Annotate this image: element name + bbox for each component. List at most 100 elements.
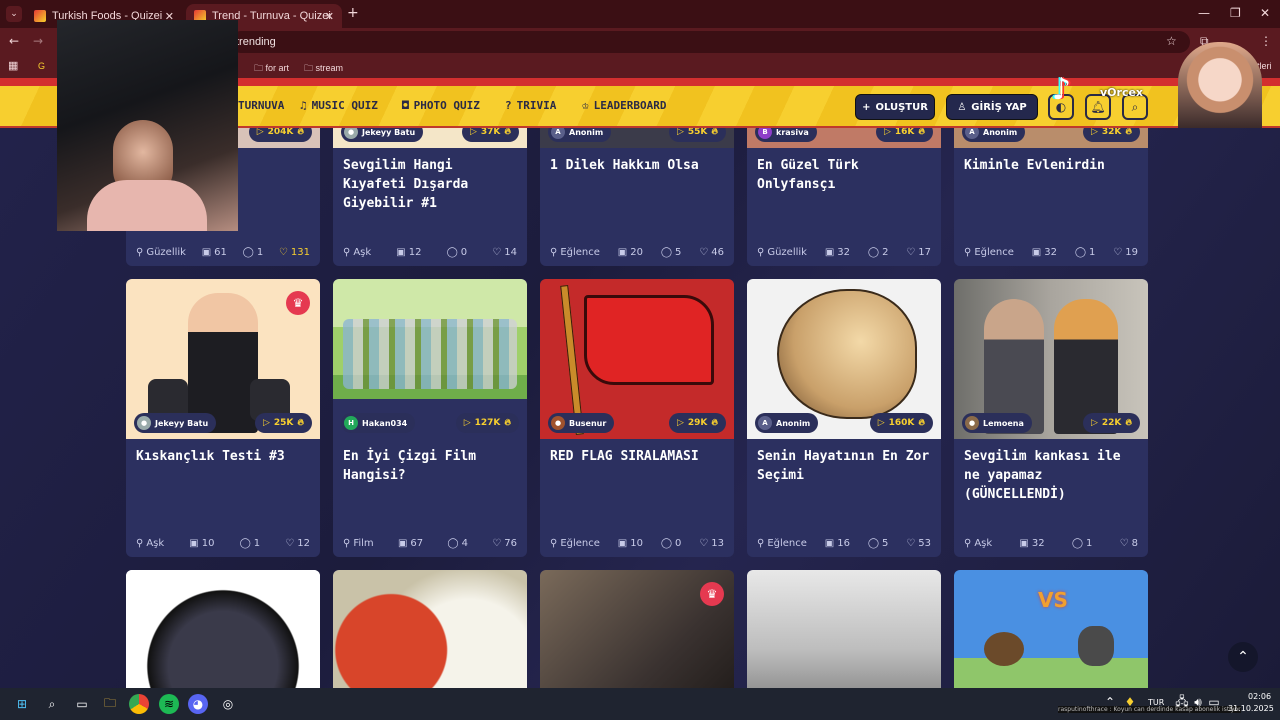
quiz-card[interactable] (126, 570, 320, 688)
question-count: ▣ 32 (1019, 538, 1045, 549)
quiz-title[interactable]: Kıskançlık Testi #3 (126, 439, 320, 505)
nav-music-quiz[interactable]: ♫ MUSIC QUIZ (300, 99, 378, 112)
battery-icon[interactable]: ▭ (1204, 692, 1224, 712)
quiz-card[interactable]: ● Busenur ▷ 29K 🔥︎ RED FLAG SIRALAMASI ⚲ Eğl… (540, 279, 734, 557)
chrome-icon[interactable] (129, 694, 149, 714)
author-chip[interactable]: A Anonim (755, 413, 819, 433)
nav-turnuva[interactable]: TURNUVA (238, 99, 284, 112)
forward-icon[interactable]: → (33, 34, 43, 48)
heart-icon: ♡ (699, 538, 709, 549)
heart-icon: ♡ (906, 538, 916, 549)
like-count[interactable]: ♡ 76 (492, 538, 517, 549)
category-tag[interactable]: ⚲ Eğlence (550, 538, 600, 549)
quiz-thumbnail (747, 570, 941, 688)
author-chip[interactable]: Bkrasiva (755, 128, 817, 142)
quiz-title[interactable]: Kiminle Evlenirdin (954, 148, 1148, 214)
bookmark-star-icon[interactable]: ☆ (1166, 34, 1177, 48)
close-window-icon[interactable]: ✕ (1260, 6, 1270, 20)
login-button[interactable]: ♙ GİRİŞ YAP (946, 94, 1038, 120)
quiz-thumbnail: H Hakan034 ▷ 127K 🔥︎ (333, 279, 527, 439)
view-count: ▷ 127K 🔥︎ (455, 413, 519, 433)
nav-leaderboard[interactable]: ♔ LEADERBOARD (582, 99, 666, 112)
quiz-card[interactable] (333, 570, 527, 688)
author-chip[interactable]: ● Busenur (548, 413, 615, 433)
menu-icon[interactable]: ⋮ (1260, 34, 1272, 48)
category-tag[interactable]: ⚲ Aşk (136, 538, 164, 549)
category-tag[interactable]: ⚲ Eğlence (550, 247, 600, 258)
like-count[interactable]: ♡ 46 (699, 247, 724, 258)
file-explorer-icon[interactable]: 🗀 (100, 694, 120, 714)
like-count[interactable]: ♡ 8 (1120, 538, 1138, 549)
crown-icon: ♛ (286, 291, 310, 315)
start-icon[interactable]: ⊞ (12, 694, 32, 714)
create-button[interactable]: + OLUŞTUR (855, 94, 935, 120)
quiz-title[interactable]: RED FLAG SIRALAMASI (540, 439, 734, 505)
discord-icon[interactable]: ◕ (188, 694, 208, 714)
like-count[interactable]: ♡ 14 (492, 247, 517, 258)
quiz-title[interactable]: Sevgilim Hangi Kıyafeti Dışarda Giyebili… (333, 148, 527, 214)
quiz-card[interactable]: H Hakan034 ▷ 127K 🔥︎ En İyi Çizgi Film Hang… (333, 279, 527, 557)
quiz-card[interactable]: A Anonim ▷ 55K 🔥︎ 1 Dilek Hakkım Olsa ⚲ Eğle… (540, 128, 734, 266)
search-icon[interactable]: ⌕ (42, 694, 62, 714)
clock-time[interactable]: 02:06 (1248, 692, 1271, 701)
bookmark-folder-stream[interactable]: 🗀 stream (304, 61, 343, 77)
quiz-card[interactable] (747, 570, 941, 688)
microphone-icon[interactable]: ♦ (1120, 692, 1140, 712)
quiz-card[interactable]: Bkrasiva ▷ 16K 🔥︎ En Güzel Türk Onlyfansçı… (747, 128, 941, 266)
close-tab-icon[interactable]: ✕ (325, 10, 334, 23)
bear-figure (984, 632, 1024, 666)
nav-trivia[interactable]: ? TRIVIA (505, 99, 556, 112)
like-count[interactable]: ♡ 131 (279, 247, 310, 258)
category-tag[interactable]: ⚲ Güzellik (757, 247, 807, 258)
author-chip[interactable]: H Hakan034 (341, 413, 416, 433)
like-count[interactable]: ♡ 13 (699, 538, 724, 549)
nav-photo-quiz[interactable]: ◘ PHOTO QUIZ (402, 99, 480, 112)
restore-icon[interactable]: ❐ (1230, 6, 1241, 20)
task-view-icon[interactable]: ▭ (72, 694, 92, 714)
quiz-card[interactable]: A Anonim ▷ 160K 🔥︎ Senin Hayatının En Zor S… (747, 279, 941, 557)
like-count[interactable]: ♡ 12 (285, 538, 310, 549)
quiz-card[interactable]: VS (954, 570, 1148, 688)
tray-overflow-icon[interactable]: ⌃ (1100, 692, 1120, 712)
quiz-card[interactable]: ♛ (540, 570, 734, 688)
quiz-card[interactable]: ♛ ● Jekeyy Batu ▷ 25K 🔥︎ Kıskançlık Testi #… (126, 279, 320, 557)
bookmark-folder-for-art[interactable]: 🗀 for art (254, 61, 289, 77)
category-tag[interactable]: ⚲ Film (343, 538, 374, 549)
minimize-icon[interactable]: — (1198, 6, 1210, 20)
category-tag[interactable]: ⚲ Güzellik (136, 247, 186, 258)
author-chip[interactable]: ● Jekeyy Batu (341, 128, 424, 142)
scroll-to-top-button[interactable]: ⌃ (1228, 642, 1258, 672)
url-input[interactable]: trending (230, 31, 1190, 53)
quiz-title[interactable]: En İyi Çizgi Film Hangisi? (333, 439, 527, 505)
back-icon[interactable]: ← (9, 34, 19, 48)
author-chip[interactable]: ● Lemoena (962, 413, 1032, 433)
quiz-title[interactable]: Sevgilim kankası ile ne yapamaz (GÜNCELL… (954, 439, 1148, 505)
clock-date[interactable]: 31.10.2025 (1228, 704, 1274, 713)
quiz-card[interactable]: ● Jekeyy Batu ▷ 37K 🔥︎ Sevgilim Hangi Kıyaf… (333, 128, 527, 266)
category-tag[interactable]: ⚲ Eğlence (757, 538, 807, 549)
quiz-thumbnail: ♛ ● Jekeyy Batu ▷ 25K 🔥︎ (126, 279, 320, 439)
like-count[interactable]: ♡ 17 (906, 247, 931, 258)
like-count[interactable]: ♡ 53 (906, 538, 931, 549)
obs-icon[interactable]: ◎ (218, 694, 238, 714)
apps-icon[interactable]: ▦ (8, 59, 18, 72)
category-tag[interactable]: ⚲ Aşk (964, 538, 992, 549)
quiz-title[interactable]: En Güzel Türk Onlyfansçı (747, 148, 941, 214)
category-tag[interactable]: ⚲ Aşk (343, 247, 371, 258)
play-icon: ▷ (469, 128, 477, 137)
new-tab-button[interactable]: + (347, 5, 359, 21)
category-tag[interactable]: ⚲ Eğlence (964, 247, 1014, 258)
language-indicator[interactable]: TUR (1148, 698, 1164, 707)
author-chip[interactable]: A Anonim (962, 128, 1026, 142)
quiz-stats: ⚲ Aşk ▣ 32 ◯ 1 ♡ 8 (964, 538, 1138, 549)
spotify-icon[interactable]: ≋ (159, 694, 179, 714)
author-chip[interactable]: A Anonim (548, 128, 612, 142)
author-chip[interactable]: ● Jekeyy Batu (134, 413, 217, 433)
quiz-title[interactable]: Senin Hayatının En Zor Seçimi (747, 439, 941, 505)
quiz-title[interactable]: 1 Dilek Hakkım Olsa (540, 148, 734, 214)
quiz-card[interactable]: ● Lemoena ▷ 22K 🔥︎ Sevgilim kankası ile ne … (954, 279, 1148, 557)
like-count[interactable]: ♡ 19 (1113, 247, 1138, 258)
gmail-bookmark[interactable]: G (38, 61, 45, 71)
tab-list-icon[interactable]: ⌄ (6, 6, 22, 22)
quiz-card[interactable]: A Anonim ▷ 32K 🔥︎ Kiminle Evlenirdin ⚲ Eğlen… (954, 128, 1148, 266)
